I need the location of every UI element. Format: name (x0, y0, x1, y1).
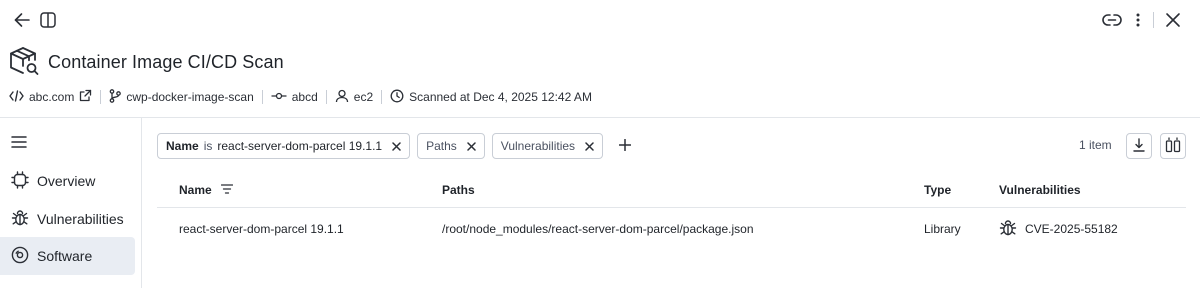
container-scan-icon (8, 45, 40, 80)
top-bar (0, 0, 1200, 40)
filter-key: Name (166, 139, 199, 153)
header-divider (0, 117, 1200, 118)
download-icon (1133, 137, 1145, 155)
column-label: Paths (442, 182, 475, 197)
meta-separator (381, 90, 383, 104)
repo-text: cwp-docker-image-scan (126, 90, 254, 104)
domain-link[interactable]: abc.com (9, 89, 92, 105)
link-icon[interactable] (1101, 10, 1123, 30)
commit-item: abcd (271, 90, 318, 104)
filter-value: react-server-dom-parcel 19.1.1 (217, 139, 383, 153)
toggle-panel-icon[interactable] (38, 10, 58, 30)
external-link-icon[interactable] (79, 89, 92, 105)
sidebar-item-vulnerabilities[interactable]: Vulnerabilities (0, 200, 135, 238)
remove-filter-icon[interactable] (585, 141, 594, 151)
filter-chip-paths[interactable]: Paths (417, 133, 485, 159)
disc-icon (11, 246, 29, 267)
filter-operator: is (203, 139, 213, 153)
cell-path: /root/node_modules/react-server-dom-parc… (442, 222, 754, 236)
columns-button[interactable] (1160, 133, 1186, 159)
user-item: ec2 (335, 89, 373, 106)
filter-bar: Name is react-server-dom-parcel 19.1.1 P… (157, 133, 638, 159)
repo-item: cwp-docker-image-scan (109, 88, 254, 106)
add-filter-button[interactable] (612, 133, 638, 159)
bug-icon (11, 209, 29, 230)
sidebar-item-overview[interactable]: Overview (0, 162, 135, 200)
column-header-paths[interactable]: Paths (442, 172, 475, 207)
sidebar-item-label: Overview (37, 173, 96, 189)
column-label: Type (924, 182, 952, 197)
scan-meta: abc.com cwp-docker-image-scan abcd ec2 S… (9, 86, 592, 108)
scan-time-text: Scanned at Dec 4, 2025 12:42 AM (409, 90, 592, 104)
remove-filter-icon[interactable] (392, 141, 401, 151)
cve-id: CVE-2025-55182 (1025, 222, 1118, 236)
table-row[interactable]: react-server-dom-parcel 19.1.1 /root/nod… (157, 209, 1186, 249)
column-header-type[interactable]: Type (924, 172, 951, 207)
meta-separator (261, 90, 263, 104)
column-header-vulnerabilities[interactable]: Vulnerabilities (999, 172, 1081, 207)
sidebar-divider (141, 118, 142, 288)
commit-text: abcd (291, 90, 318, 104)
user-icon (335, 89, 349, 106)
code-icon (9, 89, 24, 105)
cell-vulnerability[interactable]: CVE-2025-55182 (999, 209, 1118, 249)
cell-type: Library (924, 222, 961, 236)
page-title: Container Image CI/CD Scan (48, 51, 284, 72)
meta-separator (100, 90, 102, 104)
filter-chip-vulnerabilities[interactable]: Vulnerabilities (491, 133, 604, 159)
scan-time-item: Scanned at Dec 4, 2025 12:42 AM (390, 89, 592, 106)
filter-chip-name[interactable]: Name is react-server-dom-parcel 19.1.1 (157, 133, 411, 159)
bug-icon (999, 219, 1017, 240)
page-header: Container Image CI/CD Scan (8, 44, 284, 80)
sidebar-item-label: Software (37, 248, 93, 264)
sidebar: Overview Vulnerabilities Software (0, 118, 141, 288)
sidebar-item-software[interactable]: Software (0, 237, 135, 275)
hamburger-menu-icon[interactable] (11, 135, 27, 152)
result-count: 1 item (1079, 138, 1112, 152)
column-label: Vulnerabilities (999, 182, 1081, 197)
remove-filter-icon[interactable] (467, 141, 476, 151)
filter-lines-icon[interactable] (220, 183, 233, 197)
download-button[interactable] (1126, 133, 1152, 159)
filter-value: Vulnerabilities (500, 139, 576, 153)
back-arrow-icon[interactable] (12, 10, 32, 30)
close-icon[interactable] (1163, 10, 1183, 30)
commit-icon (271, 90, 287, 104)
user-text: ec2 (353, 90, 374, 104)
filter-value: Paths (426, 139, 457, 153)
plus-icon (618, 138, 632, 154)
meta-separator (325, 90, 327, 104)
column-header-name[interactable]: Name (179, 172, 233, 207)
column-label: Name (179, 182, 212, 197)
domain-text: abc.com (29, 90, 75, 104)
git-branch-icon (109, 88, 122, 106)
clock-icon (390, 89, 404, 106)
more-vertical-icon[interactable] (1130, 10, 1146, 30)
table-header: Name Paths Type Vulnerabilities (157, 172, 1186, 208)
sidebar-item-label: Vulnerabilities (37, 211, 124, 227)
cell-name: react-server-dom-parcel 19.1.1 (179, 222, 344, 236)
chip-icon (11, 170, 29, 192)
columns-icon (1165, 136, 1181, 156)
toolbar-divider (1153, 12, 1154, 28)
